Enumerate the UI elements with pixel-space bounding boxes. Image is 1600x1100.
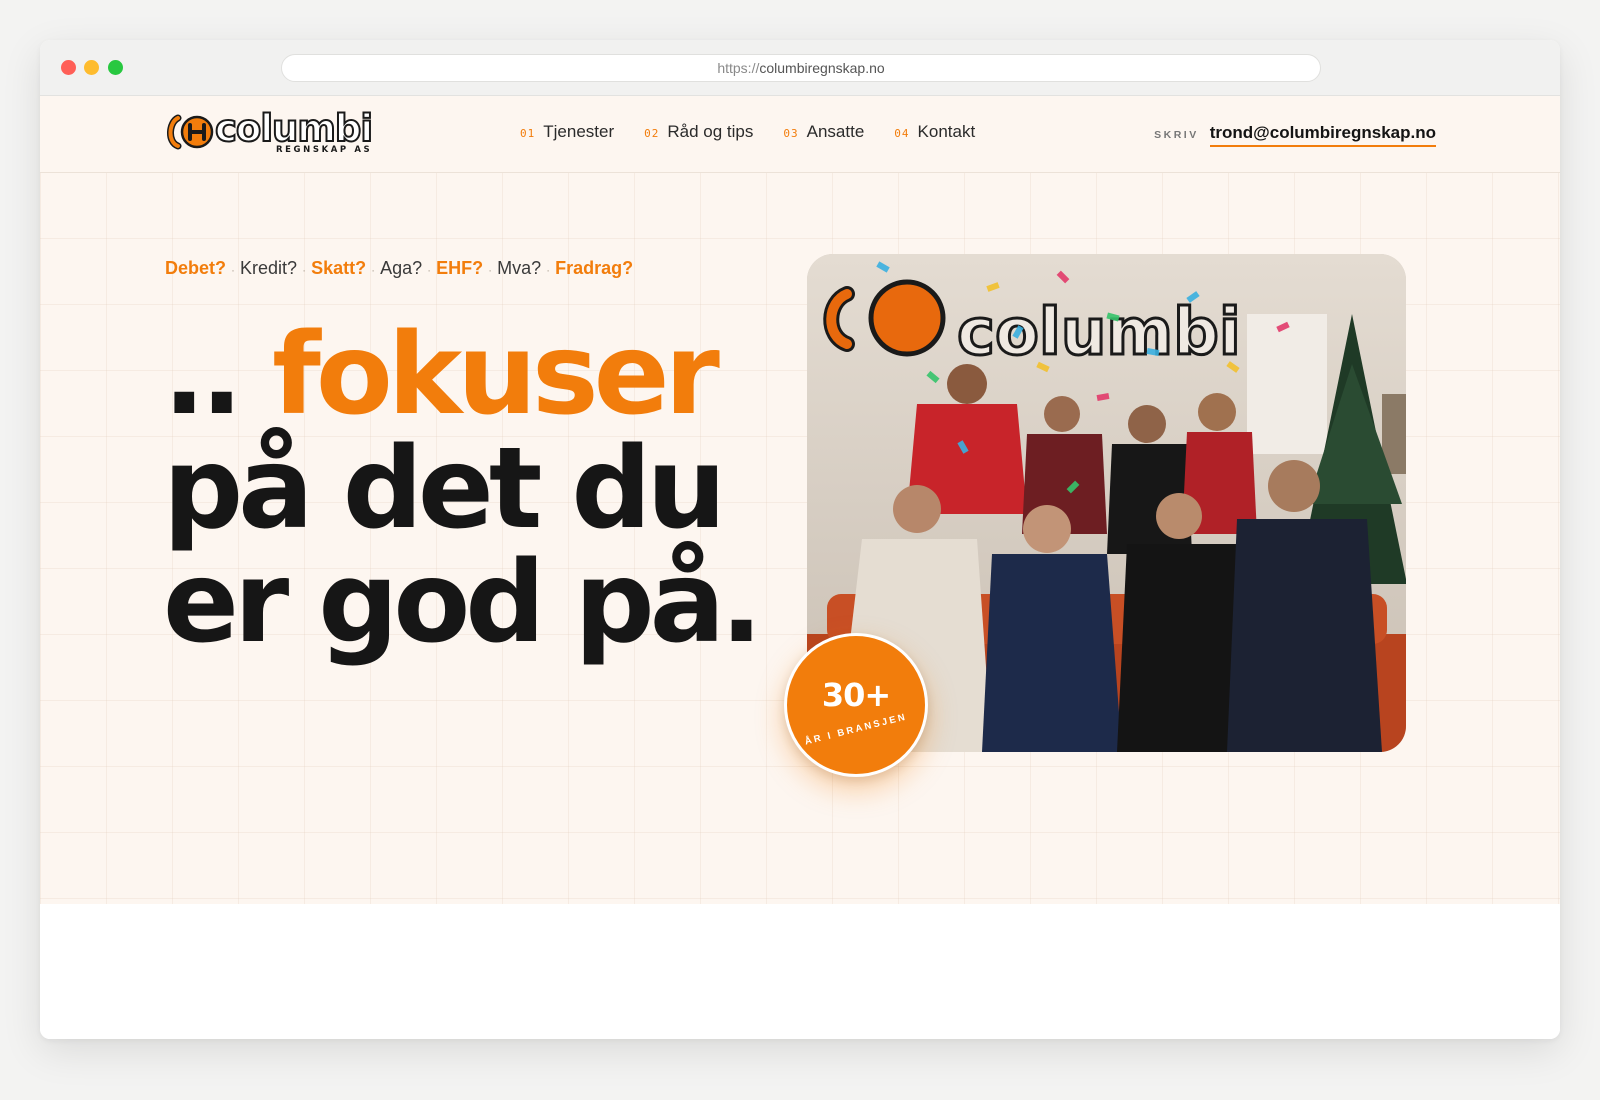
- url-host: columbiregnskap.no: [759, 60, 885, 76]
- headline-line-3: er god på.: [163, 538, 763, 668]
- contact-label: SKRIV: [1154, 129, 1199, 141]
- nav-item-label: Ansatte: [806, 122, 865, 141]
- nav-item-number: 01: [520, 127, 536, 140]
- topic-tag: Skatt?: [311, 258, 367, 278]
- hero-section: columbi REGNSKAP AS 01 Tjenester 02 Råd …: [40, 96, 1560, 904]
- nav-item-number: 03: [783, 127, 799, 140]
- maximize-window-button[interactable]: [108, 60, 123, 75]
- nav-item-tjenester[interactable]: 01 Tjenester: [520, 122, 614, 142]
- tag-separator: ·: [546, 263, 551, 277]
- hero-headline: .. fokuser på det du er god på.: [163, 318, 803, 660]
- tag-separator: ·: [488, 263, 493, 277]
- site-header: columbi REGNSKAP AS 01 Tjenester 02 Råd …: [40, 96, 1560, 173]
- headline-line-2: på det du: [163, 424, 726, 554]
- headline-prefix: ..: [163, 310, 243, 440]
- nav-item-number: 02: [644, 127, 660, 140]
- minimize-window-button[interactable]: [84, 60, 99, 75]
- topic-tags: Debet? · Kredit? · Skatt? · Aga? · EHF? · Mva? · Fra…: [165, 258, 633, 279]
- nav-item-rad-og-tips[interactable]: 02 Råd og tips: [644, 122, 753, 142]
- tag-separator: ·: [427, 263, 432, 277]
- headline-accent: fokuser: [272, 310, 720, 440]
- logo-subtitle: REGNSKAP AS: [276, 145, 373, 155]
- page-viewport: columbi REGNSKAP AS 01 Tjenester 02 Råd …: [40, 96, 1560, 1039]
- topic-tag: Debet?: [165, 258, 227, 278]
- browser-window: https://columbiregnskap.no columbi REGNS…: [40, 40, 1560, 1039]
- columbi-logo[interactable]: columbi REGNSKAP AS: [165, 106, 375, 158]
- topic-tag: EHF?: [436, 258, 484, 278]
- contact-email-link[interactable]: trond@columbiregnskap.no: [1209, 123, 1436, 147]
- nav-item-label: Tjenester: [543, 122, 615, 141]
- experience-badge: 30+ ÅR I BRANSJEN: [784, 633, 928, 777]
- tag-separator: ·: [302, 263, 307, 277]
- browser-toolbar: https://columbiregnskap.no: [40, 40, 1560, 96]
- nav-item-ansatte[interactable]: 03 Ansatte: [783, 122, 864, 142]
- columbi-logo-icon: [167, 114, 214, 150]
- tag-separator: ·: [371, 263, 376, 277]
- tag-separator: ·: [231, 263, 236, 277]
- topic-tag: Aga?: [380, 258, 423, 278]
- nav-item-label: Kontakt: [917, 122, 976, 141]
- url-protocol: https://: [717, 60, 760, 76]
- topic-tag: Fradrag?: [555, 258, 634, 278]
- headline-line-1: .. fokuser: [163, 318, 803, 432]
- close-window-button[interactable]: [61, 60, 76, 75]
- topic-tag: Kredit?: [240, 258, 298, 278]
- badge-number: 30+: [821, 676, 891, 714]
- header-contact: SKRIV trond@columbiregnskap.no: [1154, 123, 1436, 147]
- address-bar[interactable]: https://columbiregnskap.no: [281, 54, 1321, 82]
- nav-item-number: 04: [894, 127, 910, 140]
- main-nav: 01 Tjenester 02 Råd og tips 03 Ansatte 0…: [520, 122, 1005, 142]
- nav-item-label: Råd og tips: [667, 122, 754, 141]
- badge-text: ÅR I BRANSJEN: [803, 711, 909, 748]
- nav-item-kontakt[interactable]: 04 Kontakt: [894, 122, 975, 142]
- svg-text:columbi: columbi: [957, 296, 1241, 370]
- topic-tag: Mva?: [497, 258, 542, 278]
